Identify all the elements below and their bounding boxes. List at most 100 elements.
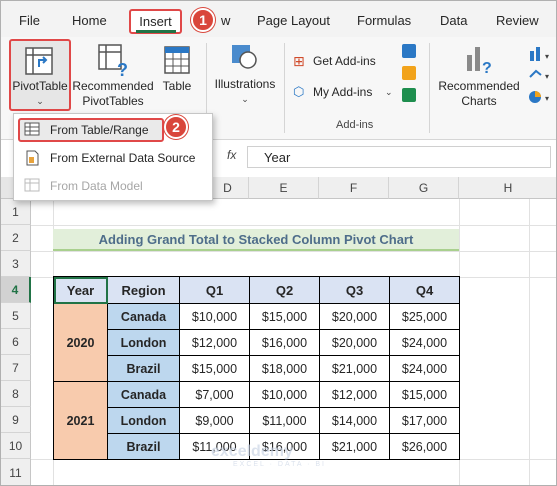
value-cell[interactable]: $17,000 (389, 407, 460, 434)
tab-draw[interactable]: w (221, 13, 230, 28)
my-addins-button[interactable]: My Add-ins (313, 85, 372, 99)
recommended-charts-label-1[interactable]: Recommended (435, 79, 523, 94)
col-header-d[interactable]: D (207, 177, 249, 199)
value-cell[interactable]: $15,000 (179, 355, 250, 382)
header-q2[interactable]: Q2 (249, 276, 320, 304)
get-addins-button[interactable]: Get Add-ins (313, 54, 376, 68)
watermark: exceldemy EXCEL · DATA · BI (211, 443, 326, 468)
value-cell[interactable]: $21,000 (319, 355, 390, 382)
tab-review[interactable]: Review (496, 13, 539, 28)
value-cell[interactable]: $12,000 (319, 381, 390, 408)
worksheet-grid[interactable]: D E F G H 1 2 3 4 5 6 7 8 9 10 11 Adding… (1, 177, 556, 485)
recommended-pivottables-label-2[interactable]: PivotTables (71, 94, 155, 109)
tab-file[interactable]: File (19, 13, 40, 28)
value-cell[interactable]: $10,000 (179, 303, 250, 330)
row-header-3[interactable]: 3 (1, 251, 31, 277)
recommended-charts-icon: ? (467, 47, 492, 75)
region-cell[interactable]: London (107, 407, 180, 434)
excel-window: File Home Insert w Page Layout Formulas … (0, 0, 557, 486)
chevron-down-icon[interactable]: ⌄ (385, 87, 393, 98)
recommended-pivottables-icon: ? (98, 44, 128, 79)
value-cell[interactable]: $21,000 (319, 433, 390, 460)
header-q4[interactable]: Q4 (389, 276, 460, 304)
value-cell[interactable]: $11,000 (249, 407, 320, 434)
bing-icon[interactable] (402, 66, 416, 80)
row-header-10[interactable]: 10 (1, 433, 31, 459)
from-external-data-source-item[interactable]: From External Data Source (14, 145, 212, 171)
tab-page-layout[interactable]: Page Layout (257, 13, 330, 28)
gridline (31, 225, 556, 226)
col-header-h[interactable]: H (459, 177, 556, 199)
value-cell[interactable]: $18,000 (249, 355, 320, 382)
svg-text:▾: ▾ (545, 72, 549, 81)
value-cell[interactable]: $24,000 (389, 329, 460, 356)
chart-type-icons[interactable]: ▾ ▾ ▾ (527, 43, 555, 107)
row-header-5[interactable]: 5 (1, 303, 31, 329)
pivottable-label: PivotTable (12, 79, 68, 93)
tab-formulas[interactable]: Formulas (357, 13, 411, 28)
header-year[interactable]: Year (53, 276, 108, 304)
watermark-name: exceldemy (211, 443, 293, 460)
svg-text:?: ? (117, 60, 128, 79)
value-cell[interactable]: $25,000 (389, 303, 460, 330)
value-cell[interactable]: $20,000 (319, 303, 390, 330)
row-header-9[interactable]: 9 (1, 407, 31, 433)
col-header-f[interactable]: F (319, 177, 389, 199)
row-header-4[interactable]: 4 (1, 277, 31, 303)
row-header-2[interactable]: 2 (1, 225, 31, 251)
pivottable-icon (25, 47, 53, 75)
tab-home[interactable]: Home (72, 13, 107, 28)
row-header-7[interactable]: 7 (1, 355, 31, 381)
table-button[interactable]: Table (157, 79, 197, 94)
formula-input[interactable]: Year (247, 146, 551, 168)
year-cell-2021[interactable]: 2021 (53, 381, 108, 460)
fx-icon[interactable]: fx (227, 148, 236, 162)
row-header-11[interactable]: 11 (1, 459, 31, 485)
value-cell[interactable]: $7,000 (179, 381, 250, 408)
step-badge-1: 1 (191, 8, 215, 32)
value-cell[interactable]: $16,000 (249, 329, 320, 356)
data-model-icon (24, 178, 40, 192)
value-cell[interactable]: $15,000 (249, 303, 320, 330)
sheet-title[interactable]: Adding Grand Total to Stacked Column Piv… (53, 229, 459, 251)
svg-text:?: ? (482, 60, 492, 75)
step-badge-2: 2 (164, 115, 188, 139)
value-cell[interactable]: $10,000 (249, 381, 320, 408)
visio-icon[interactable] (402, 44, 416, 58)
region-cell[interactable]: London (107, 329, 180, 356)
value-cell[interactable]: $14,000 (319, 407, 390, 434)
value-cell[interactable]: $15,000 (389, 381, 460, 408)
tab-data[interactable]: Data (440, 13, 467, 28)
region-cell[interactable]: Canada (107, 303, 180, 330)
col-header-e[interactable]: E (249, 177, 319, 199)
header-q3[interactable]: Q3 (319, 276, 390, 304)
illustrations-button[interactable]: Illustrations (209, 77, 281, 92)
ribbon-separator (429, 43, 430, 133)
value-cell[interactable]: $12,000 (179, 329, 250, 356)
external-data-icon (26, 150, 39, 166)
table-icon (164, 46, 190, 74)
region-cell[interactable]: Brazil (107, 355, 180, 382)
table-range-icon (24, 122, 40, 136)
store-icon: ⊞ (293, 53, 305, 69)
value-cell[interactable]: $24,000 (389, 355, 460, 382)
value-cell[interactable]: $20,000 (319, 329, 390, 356)
header-q1[interactable]: Q1 (179, 276, 250, 304)
value-cell[interactable]: $9,000 (179, 407, 250, 434)
year-cell-2020[interactable]: 2020 (53, 303, 108, 382)
people-graph-icon[interactable] (402, 88, 416, 102)
row-header-6[interactable]: 6 (1, 329, 31, 355)
value-cell[interactable]: $26,000 (389, 433, 460, 460)
col-header-g[interactable]: G (389, 177, 459, 199)
row-header-1[interactable]: 1 (1, 199, 31, 225)
dropdown-item-label: From Data Model (50, 179, 143, 193)
header-region[interactable]: Region (107, 276, 180, 304)
watermark-tagline: EXCEL · DATA · BI (233, 461, 326, 468)
dropdown-item-label: From Table/Range (50, 123, 149, 137)
recommended-pivottables-label-1[interactable]: Recommended (71, 79, 155, 94)
row-header-8[interactable]: 8 (1, 381, 31, 407)
region-cell[interactable]: Brazil (107, 433, 180, 460)
ribbon-separator (284, 43, 285, 133)
region-cell[interactable]: Canada (107, 381, 180, 408)
recommended-charts-label-2[interactable]: Charts (435, 94, 523, 109)
